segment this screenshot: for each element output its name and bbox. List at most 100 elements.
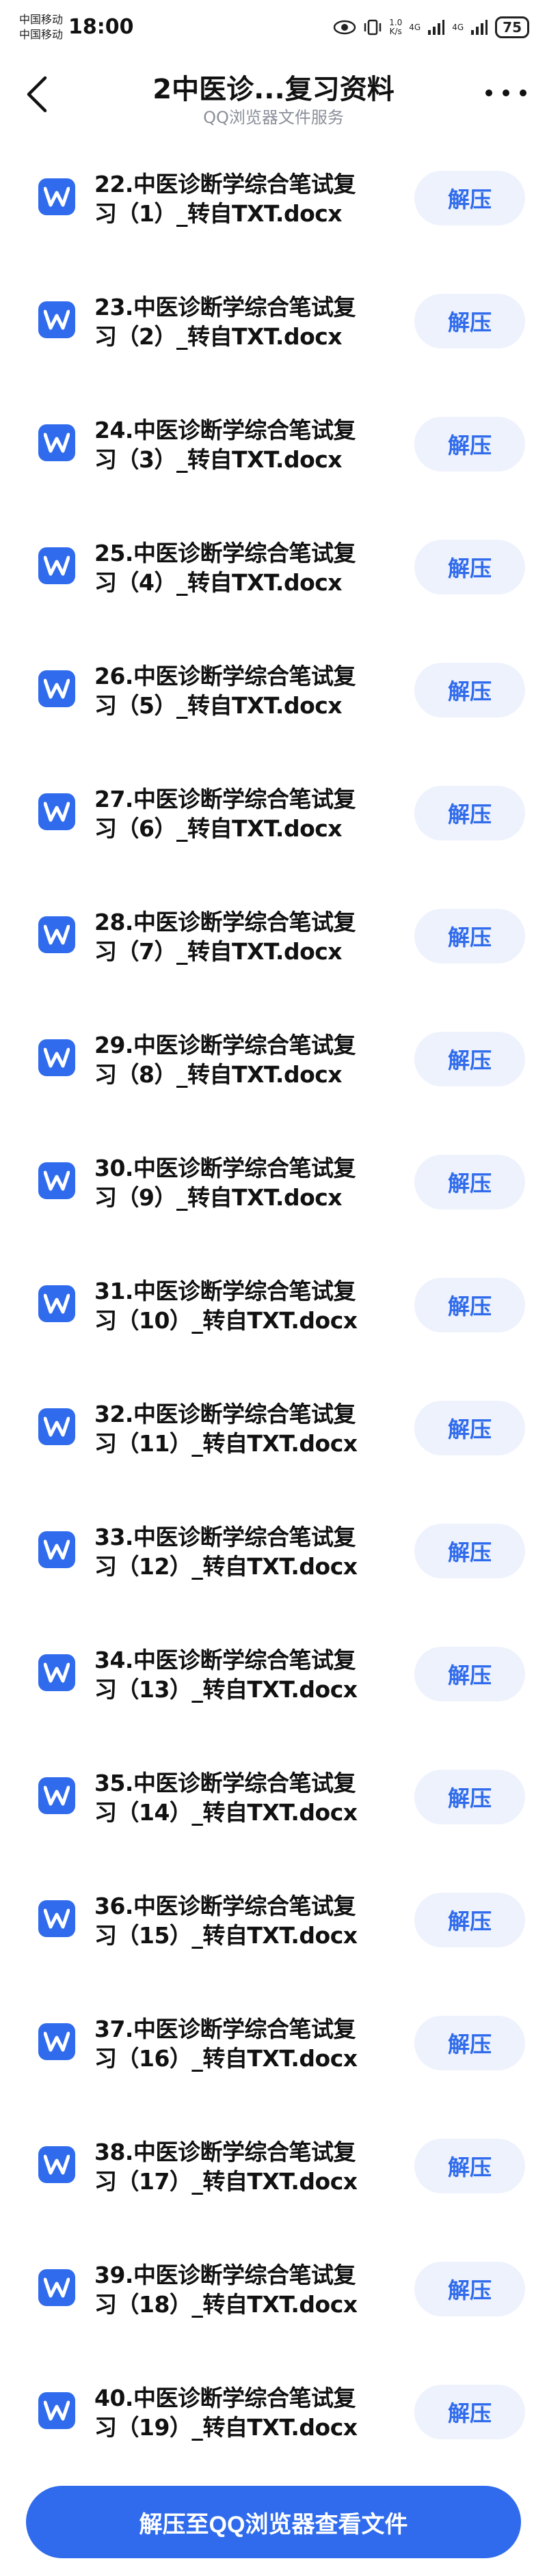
unzip-button[interactable]: 解压 <box>414 1032 525 1086</box>
file-list: 22.中医诊断学综合笔试复 习（1）_转自TXT.docx 解压 23.中医诊断… <box>0 157 547 2494</box>
unzip-button[interactable]: 解压 <box>414 540 525 594</box>
carrier-2: 中国移动 <box>19 28 64 41</box>
list-item[interactable]: 29.中医诊断学综合笔试复 习（8）_转自TXT.docx 解压 <box>0 1018 547 1141</box>
file-name: 25.中医诊断学综合笔试复 习（4）_转自TXT.docx <box>94 538 382 597</box>
file-name-line-2: 习（15）_转自TXT.docx <box>94 1922 358 1949</box>
word-icon <box>38 670 75 707</box>
file-name-line-2: 习（4）_转自TXT.docx <box>94 569 343 596</box>
file-name-line-2: 习（3）_转自TXT.docx <box>94 446 343 473</box>
file-name-line-1: 27.中医诊断学综合笔试复 <box>94 786 356 812</box>
word-icon <box>38 1900 75 1937</box>
list-item[interactable]: 38.中医诊断学综合笔试复 习（17）_转自TXT.docx 解压 <box>0 2125 547 2248</box>
file-name-line-1: 29.中医诊断学综合笔试复 <box>94 1032 356 1058</box>
file-name-line-1: 30.中医诊断学综合笔试复 <box>94 1155 356 1181</box>
carrier-info: 中国移动 中国移动 <box>19 12 63 42</box>
file-name-line-1: 23.中医诊断学综合笔试复 <box>94 294 356 320</box>
more-options-icon[interactable] <box>485 86 526 100</box>
list-item[interactable]: 25.中医诊断学综合笔试复 习（4）_转自TXT.docx 解压 <box>0 526 547 649</box>
file-name: 34.中医诊断学综合笔试复 习（13）_转自TXT.docx <box>94 1645 382 1704</box>
unzip-button[interactable]: 解压 <box>414 1893 525 1947</box>
word-icon <box>38 2392 75 2429</box>
unzip-button[interactable]: 解压 <box>414 1278 525 1332</box>
file-name-line-2: 习（12）_转自TXT.docx <box>94 1553 358 1580</box>
unzip-button[interactable]: 解压 <box>414 1401 525 1455</box>
file-name: 32.中医诊断学综合笔试复 习（11）_转自TXT.docx <box>94 1399 382 1458</box>
back-arrow-icon[interactable] <box>21 74 55 115</box>
file-name: 37.中医诊断学综合笔试复 习（16）_转自TXT.docx <box>94 2014 382 2073</box>
word-icon <box>38 2269 75 2306</box>
file-name-line-1: 26.中医诊断学综合笔试复 <box>94 663 356 689</box>
file-name-line-2: 习（17）_转自TXT.docx <box>94 2168 358 2195</box>
unzip-button[interactable]: 解压 <box>414 1155 525 1209</box>
file-name-line-2: 习（7）_转自TXT.docx <box>94 938 343 965</box>
word-icon <box>38 1654 75 1691</box>
file-name: 27.中医诊断学综合笔试复 习（6）_转自TXT.docx <box>94 784 382 843</box>
file-name: 28.中医诊断学综合笔试复 习（7）_转自TXT.docx <box>94 907 382 966</box>
signal-bars-icon <box>428 20 445 35</box>
file-name-line-2: 习（10）_转自TXT.docx <box>94 1307 358 1334</box>
file-name-line-2: 习（13）_转自TXT.docx <box>94 1676 358 1703</box>
list-item[interactable]: 30.中医诊断学综合笔试复 习（9）_转自TXT.docx 解压 <box>0 1141 547 1264</box>
list-item[interactable]: 34.中医诊断学综合笔试复 习（13）_转自TXT.docx 解压 <box>0 1633 547 1756</box>
battery-indicator: 75 <box>495 16 529 38</box>
file-name-line-2: 习（18）_转自TXT.docx <box>94 2291 358 2318</box>
unzip-button[interactable]: 解压 <box>414 417 525 471</box>
unzip-button[interactable]: 解压 <box>414 1770 525 1824</box>
file-name-line-1: 32.中医诊断学综合笔试复 <box>94 1401 356 1427</box>
file-name-line-2: 习（6）_转自TXT.docx <box>94 815 343 842</box>
file-name: 29.中医诊断学综合笔试复 习（8）_转自TXT.docx <box>94 1030 382 1089</box>
list-item[interactable]: 27.中医诊断学综合笔试复 习（6）_转自TXT.docx 解压 <box>0 772 547 895</box>
status-bar: 中国移动 中国移动 18:00 1.0 K/s 4G 4G 75 <box>0 0 547 55</box>
list-item[interactable]: 32.中医诊断学综合笔试复 习（11）_转自TXT.docx 解压 <box>0 1387 547 1510</box>
word-icon <box>38 424 75 461</box>
file-name-line-1: 39.中医诊断学综合笔试复 <box>94 2262 356 2288</box>
word-icon <box>38 916 75 953</box>
file-name-line-1: 34.中医诊断学综合笔试复 <box>94 1647 356 1673</box>
unzip-button[interactable]: 解压 <box>414 294 525 348</box>
word-icon <box>38 2023 75 2060</box>
unzip-button[interactable]: 解压 <box>414 2385 525 2439</box>
word-icon <box>38 1162 75 1199</box>
list-item[interactable]: 40.中医诊断学综合笔试复 习（19）_转自TXT.docx 解压 <box>0 2371 547 2494</box>
file-name-line-1: 38.中医诊断学综合笔试复 <box>94 2139 356 2165</box>
word-icon <box>38 2146 75 2183</box>
unzip-button[interactable]: 解压 <box>414 2139 525 2193</box>
list-item[interactable]: 31.中医诊断学综合笔试复 习（10）_转自TXT.docx 解压 <box>0 1264 547 1387</box>
unzip-button[interactable]: 解压 <box>414 1524 525 1578</box>
list-item[interactable]: 24.中医诊断学综合笔试复 习（3）_转自TXT.docx 解压 <box>0 403 547 526</box>
unzip-button[interactable]: 解压 <box>414 171 525 225</box>
word-icon <box>38 1408 75 1445</box>
unzip-button[interactable]: 解压 <box>414 2262 525 2316</box>
list-item[interactable]: 37.中医诊断学综合笔试复 习（16）_转自TXT.docx 解压 <box>0 2002 547 2125</box>
list-item[interactable]: 26.中医诊断学综合笔试复 习（5）_转自TXT.docx 解压 <box>0 649 547 772</box>
list-item[interactable]: 33.中医诊断学综合笔试复 习（12）_转自TXT.docx 解压 <box>0 1510 547 1633</box>
unzip-to-browser-button[interactable]: 解压至QQ浏览器查看文件 <box>26 2486 521 2558</box>
unzip-button[interactable]: 解压 <box>414 2016 525 2070</box>
signal-bars-icon-2 <box>471 20 488 35</box>
unzip-button[interactable]: 解压 <box>414 909 525 963</box>
word-icon <box>38 547 75 584</box>
net-speed-unit: K/s <box>389 27 402 36</box>
file-name-line-1: 24.中医诊断学综合笔试复 <box>94 417 356 443</box>
signal-label-2: 4G <box>452 23 464 32</box>
list-item[interactable]: 28.中医诊断学综合笔试复 习（7）_转自TXT.docx 解压 <box>0 895 547 1018</box>
page-title: 2中医诊...复习资料 <box>152 74 395 105</box>
unzip-button[interactable]: 解压 <box>414 663 525 717</box>
unzip-button[interactable]: 解压 <box>414 786 525 840</box>
word-icon <box>38 178 75 215</box>
file-name: 40.中医诊断学综合笔试复 习（19）_转自TXT.docx <box>94 2383 382 2442</box>
list-item[interactable]: 35.中医诊断学综合笔试复 习（14）_转自TXT.docx 解压 <box>0 1756 547 1879</box>
unzip-button[interactable]: 解压 <box>414 1647 525 1701</box>
list-item[interactable]: 39.中医诊断学综合笔试复 习（18）_转自TXT.docx 解压 <box>0 2248 547 2371</box>
file-name-line-1: 22.中医诊断学综合笔试复 <box>94 171 356 197</box>
list-item[interactable]: 36.中医诊断学综合笔试复 习（15）_转自TXT.docx 解压 <box>0 1879 547 2002</box>
file-name: 24.中医诊断学综合笔试复 习（3）_转自TXT.docx <box>94 415 382 474</box>
file-name: 38.中医诊断学综合笔试复 习（17）_转自TXT.docx <box>94 2137 382 2196</box>
list-item[interactable]: 22.中医诊断学综合笔试复 习（1）_转自TXT.docx 解压 <box>0 157 547 280</box>
file-name-line-1: 25.中医诊断学综合笔试复 <box>94 540 356 566</box>
file-name-line-2: 习（5）_转自TXT.docx <box>94 692 343 719</box>
file-name-line-2: 习（11）_转自TXT.docx <box>94 1430 358 1457</box>
list-item[interactable]: 23.中医诊断学综合笔试复 习（2）_转自TXT.docx 解压 <box>0 280 547 403</box>
word-icon <box>38 1039 75 1076</box>
file-name-line-1: 35.中医诊断学综合笔试复 <box>94 1770 356 1796</box>
